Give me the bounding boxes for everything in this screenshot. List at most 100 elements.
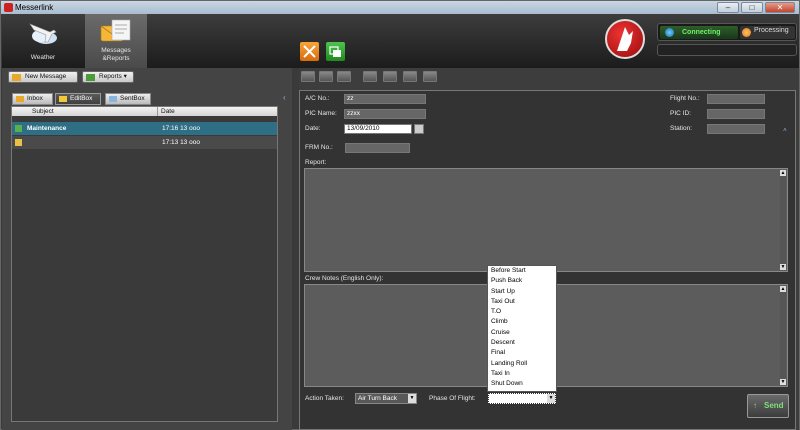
station-field[interactable] [707, 124, 765, 134]
option-taxi-out[interactable]: Taxi Out [488, 297, 556, 307]
ac-no-field[interactable]: zz [344, 94, 426, 104]
option-before-start[interactable]: Before Start [488, 266, 556, 276]
action-taken-select[interactable]: Air Turn Back ▼ [355, 393, 417, 404]
station-label: Station: [670, 125, 693, 132]
app-icon [4, 3, 13, 12]
delete-icon[interactable] [301, 71, 315, 82]
windows-button[interactable] [326, 42, 345, 61]
send-label: Send [764, 401, 784, 410]
chevron-down-icon: ▼ [408, 394, 416, 403]
nav-messages-reports[interactable]: Messages &Reports [85, 14, 147, 68]
erase-icon[interactable] [337, 71, 351, 82]
crew-notes-scrollbar[interactable]: ▲ ▼ [780, 286, 786, 385]
connecting-status: Connecting [660, 26, 738, 39]
tab-editbox-label: EditBox [70, 95, 93, 102]
list-header: Subject Date [12, 107, 277, 116]
new-message-button[interactable]: New Message [8, 71, 78, 83]
option-shut-down[interactable]: Shut Down [488, 379, 556, 389]
option-taxi-in[interactable]: Taxi In [488, 369, 556, 379]
send-button[interactable]: ↑ Send [747, 394, 789, 418]
crew-notes-label: Crew Notes (English Only): [305, 275, 384, 282]
nav-weather-label: Weather [30, 54, 56, 61]
phase-of-flight-label: Phase Of Flight: [429, 395, 476, 402]
row-date: 17:13 13 ооо [162, 139, 200, 146]
collapse-panel-icon[interactable]: ‹ [283, 93, 286, 102]
minimize-button[interactable]: – [717, 2, 739, 13]
date-field[interactable]: 13/09/2010 [344, 124, 412, 134]
new-message-label: New Message [25, 73, 67, 80]
option-push-back[interactable]: Push Back [488, 276, 556, 286]
inbox-icon [16, 96, 24, 102]
connecting-label: Connecting [682, 29, 721, 36]
report-textarea[interactable]: ▲ ▼ [304, 168, 788, 272]
option-descent[interactable]: Descent [488, 338, 556, 348]
reports-button[interactable]: Reports ▾ [82, 71, 134, 83]
column-subject[interactable]: Subject [32, 107, 54, 116]
chevron-up-icon[interactable]: ˄ [783, 127, 787, 134]
tools-icon [303, 45, 316, 58]
windows-icon [329, 46, 341, 57]
action-taken-value: Air Turn Back [358, 395, 398, 402]
title-bar: Messerlink – □ ✕ [1, 1, 799, 14]
close-button[interactable]: ✕ [765, 2, 795, 13]
tab-editbox[interactable]: EditBox [55, 93, 101, 105]
print-icon[interactable] [423, 71, 437, 82]
cancel-icon[interactable] [319, 71, 333, 82]
app-window: Messerlink – □ ✕ Weather Messages &Repor… [0, 0, 800, 430]
globe-icon [665, 28, 674, 37]
paste-icon[interactable] [383, 71, 397, 82]
sentbox-icon [109, 96, 117, 102]
action-taken-label: Action Taken: [305, 395, 344, 402]
row-subject: Maintenance [27, 125, 67, 132]
bird-logo-icon [617, 27, 633, 51]
phase-of-flight-options: Before Start Push Back Start Up Taxi Out… [487, 265, 557, 392]
column-date[interactable]: Date [157, 107, 175, 116]
flight-no-field[interactable] [707, 94, 765, 104]
status-panel: Connecting Processing [657, 23, 797, 41]
option-landing-roll[interactable]: Landing Roll [488, 359, 556, 369]
option-final[interactable]: Final [488, 348, 556, 358]
list-item[interactable]: 17:13 13 ооо [12, 136, 277, 149]
pic-name-field[interactable]: zzxx [344, 109, 426, 119]
option-cruise[interactable]: Cruise [488, 328, 556, 338]
status-bar-lower [657, 44, 797, 56]
flight-no-label: Flight No.: [670, 95, 700, 102]
attach-icon[interactable] [403, 71, 417, 82]
tab-sentbox[interactable]: SentBox [105, 93, 151, 105]
nav-messages-label-1: Messages [101, 47, 131, 54]
pic-id-field[interactable] [707, 109, 765, 119]
report-icon [86, 74, 95, 81]
option-start-up[interactable]: Start Up [488, 287, 556, 297]
report-label: Report: [305, 159, 327, 166]
nav-messages-label-2: &Reports [102, 55, 130, 62]
maximize-button[interactable]: □ [741, 2, 763, 13]
report-scrollbar[interactable]: ▲ ▼ [780, 170, 786, 270]
frm-no-field[interactable] [345, 143, 410, 153]
window-title: Messerlink [15, 3, 54, 12]
draft-icon [15, 139, 22, 146]
calendar-icon[interactable] [414, 124, 424, 134]
tab-sentbox-label: SentBox [120, 95, 145, 102]
tab-inbox-label: Inbox [27, 95, 43, 102]
tools-button[interactable] [300, 42, 319, 61]
messages-icon [100, 19, 131, 42]
reports-label: Reports [99, 73, 122, 80]
nav-weather[interactable]: Weather [12, 14, 74, 68]
message-list: Subject Date Maintenance 17:16 13 ооо 17… [11, 106, 278, 422]
row-date: 17:16 13 ооо [162, 125, 200, 132]
option-climb[interactable]: Climb [488, 317, 556, 327]
processing-label: Processing [754, 27, 789, 34]
draft-icon [15, 125, 22, 132]
option-takeoff[interactable]: T.O [488, 307, 556, 317]
brand-logo [605, 19, 645, 59]
tab-inbox[interactable]: Inbox [12, 93, 53, 105]
list-item[interactable]: Maintenance 17:16 13 ооо [12, 122, 277, 135]
ac-no-label: A/C No.: [305, 95, 330, 102]
pic-id-label: PIC ID: [670, 110, 691, 117]
copy-icon[interactable] [363, 71, 377, 82]
weather-icon [29, 23, 57, 44]
top-bar: Weather Messages &Reports Connecting Pro… [2, 14, 799, 68]
phase-of-flight-select[interactable]: ▼ [488, 393, 556, 404]
processing-dot-icon [742, 28, 751, 37]
envelope-icon [12, 74, 21, 81]
